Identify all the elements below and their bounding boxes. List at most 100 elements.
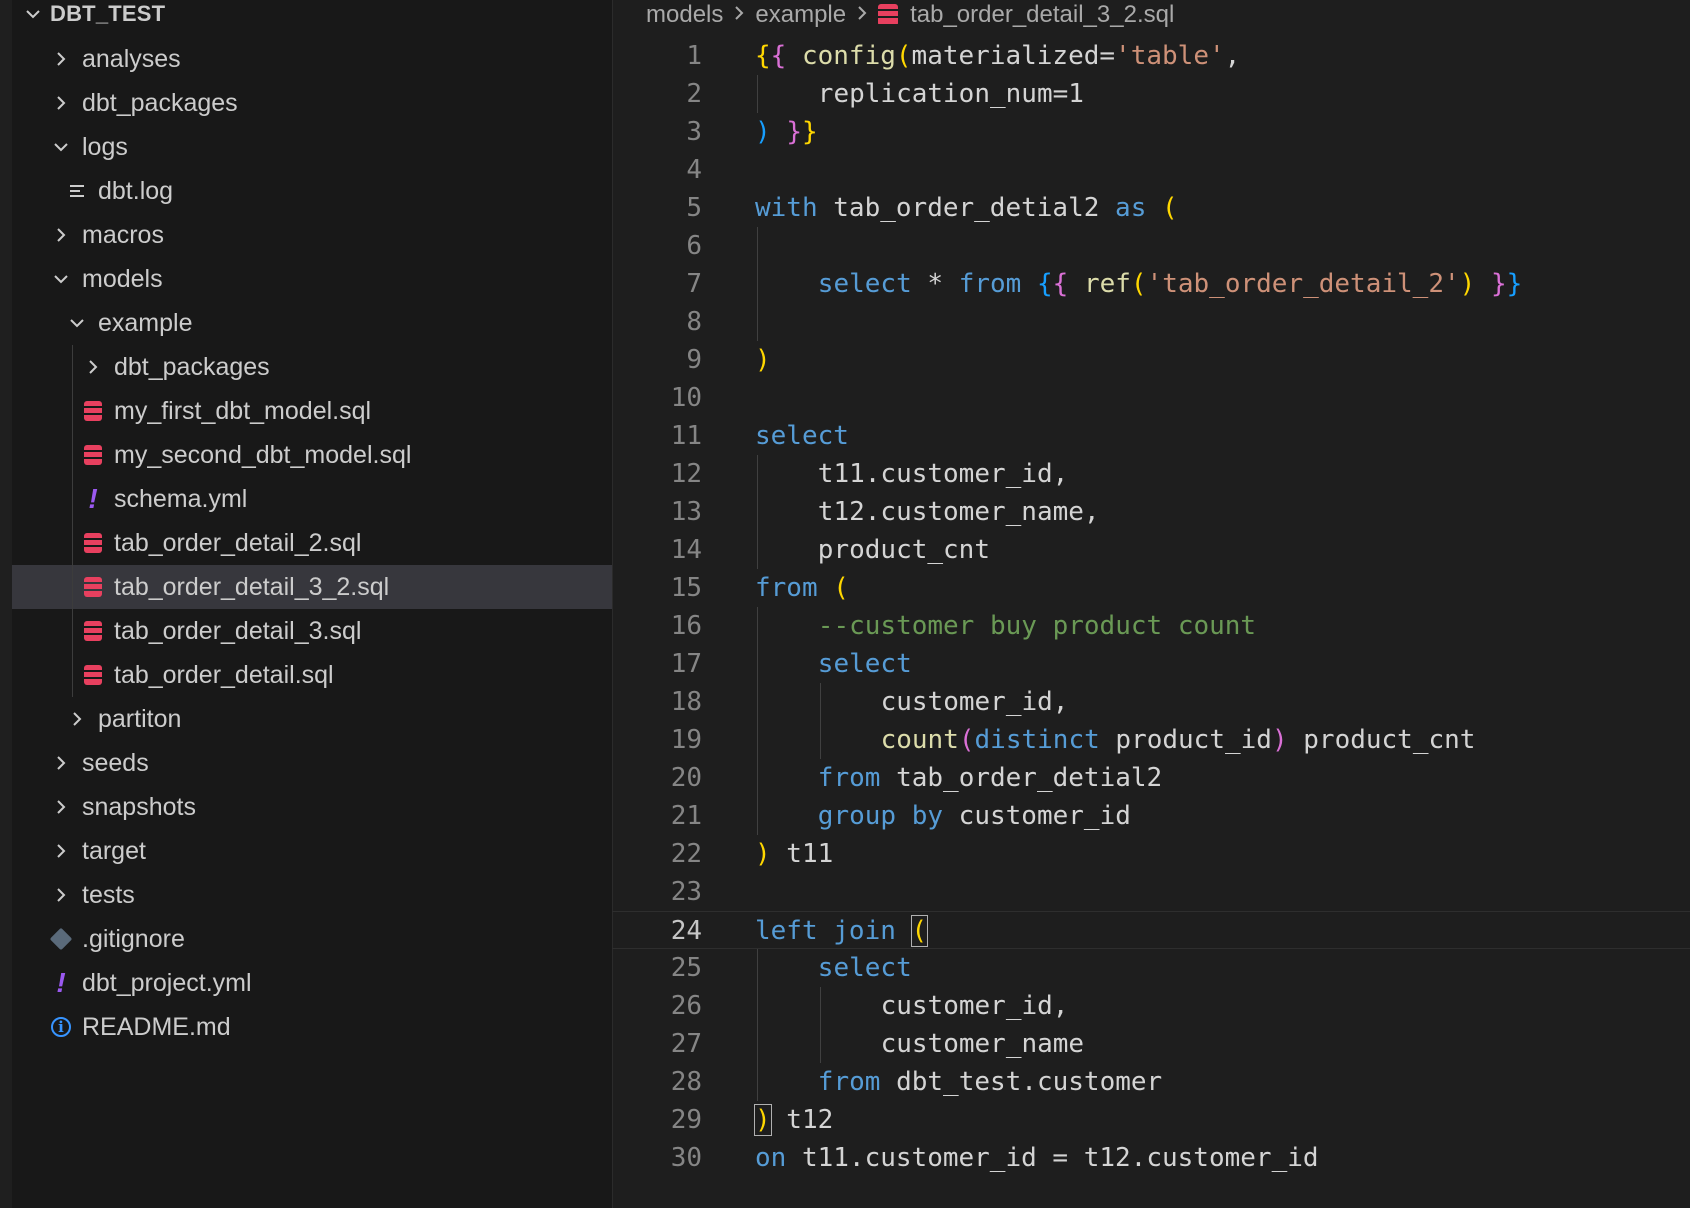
chevron-down-icon [48,132,74,162]
code-line[interactable]: 3) }} [612,113,1690,151]
code-line[interactable]: 19 count(distinct product_id) product_cnt [612,721,1690,759]
code-line[interactable]: 14 product_cnt [612,531,1690,569]
code-line[interactable]: 15 from ( [612,569,1690,607]
tree-folder-tests[interactable]: tests [12,873,612,917]
tree-folder-seeds[interactable]: seeds [12,741,612,785]
code-line[interactable]: 24 left join ( [612,911,1690,949]
chevron-down-icon [64,308,90,338]
tree-file-gitignore[interactable]: .gitignore [12,917,612,961]
code-line[interactable]: 23 [612,873,1690,911]
code-text: ) }} [755,113,818,151]
code-line[interactable]: 11 select [612,417,1690,455]
line-number: 28 [670,1067,702,1097]
tree-item-label: .gitignore [82,924,185,953]
code-line[interactable]: 29) t12 [612,1101,1690,1139]
code-line[interactable]: 4 [612,151,1690,189]
tree-item-label: macros [82,220,164,249]
code-token: customer_name [880,1029,1085,1059]
code-line[interactable]: 22) t11 [612,835,1690,873]
code-line[interactable]: 18 customer_id, [612,683,1690,721]
code-token: with [755,193,818,223]
tree-folder-dbt-packages[interactable]: dbt_packages [12,81,612,125]
tree-item-label: partiton [98,704,182,733]
code-token: select [817,953,912,983]
code-line[interactable]: 5 with tab_order_detial2 as ( [612,189,1690,227]
line-number: 15 [670,573,702,603]
tree-file-my-second-dbt-model-sql[interactable]: my_second_dbt_model.sql [12,433,612,477]
chevron-right-icon [48,748,74,778]
code-token: from [755,573,818,603]
line-number: 20 [670,763,702,793]
code-line[interactable]: 27 customer_name [612,1025,1690,1063]
tree-folder-analyses[interactable]: analyses [12,37,612,81]
tree-folder-snapshots[interactable]: snapshots [12,785,612,829]
breadcrumb-item-file[interactable]: tab_order_detail_3_2.sql [910,1,1174,29]
code-text: group by customer_id [818,797,1131,835]
tree-folder-dbt-packages[interactable]: dbt_packages [12,345,612,389]
code-line[interactable]: 6 [612,227,1690,265]
code-line[interactable]: 7 select * from {{ ref('tab_order_detail_… [612,265,1690,303]
explorer-root-folder[interactable]: DBT_TEST [24,0,165,28]
code-token: from [958,269,1022,299]
tree-file-my-first-dbt-model-sql[interactable]: my_first_dbt_model.sql [12,389,612,433]
code-token: 'table' [1115,41,1225,71]
code-text: from dbt_test.customer [818,1063,1162,1101]
code-line[interactable]: 1 {{ config(materialized='table', [612,37,1690,75]
tree-item-label: tab_order_detail_2.sql [114,528,362,557]
database-icon [80,396,106,426]
code-token: as [1115,193,1147,223]
code-line[interactable]: 16 --customer buy product count [612,607,1690,645]
code-line[interactable]: 26 customer_id, [612,987,1690,1025]
code-line[interactable]: 20 from tab_order_detial2 [612,759,1690,797]
code-token: customer_id, [880,687,1069,717]
code-token: --customer buy product count [817,611,1257,641]
tree-folder-target[interactable]: target [12,829,612,873]
code-line[interactable]: 8 [612,303,1690,341]
code-line[interactable]: 12 t11.customer_id, [612,455,1690,493]
code-line[interactable]: 2 replication_num=1 [612,75,1690,113]
code-token: 'tab_order_detail_2' [1146,269,1460,299]
tree-file-tab-order-detail-2-sql[interactable]: tab_order_detail_2.sql [12,521,612,565]
code-line[interactable]: 10 [612,379,1690,417]
tree-file-readme-md[interactable]: i README.md [12,1005,612,1049]
tree-file-tab-order-detail-3-sql[interactable]: tab_order_detail_3.sql [12,609,612,653]
code-token: ) [755,117,771,147]
code-text: on t11.customer_id = t12.customer_id [755,1139,1319,1177]
code-line[interactable]: 17 select [612,645,1690,683]
tree-file-tab-order-detail-sql[interactable]: tab_order_detail.sql [12,653,612,697]
code-line[interactable]: 28 from dbt_test.customer [612,1063,1690,1101]
chevron-right-icon [48,836,74,866]
tree-file-tab-order-detail-3-2-sql[interactable]: tab_order_detail_3_2.sql [12,565,612,609]
tree-file-dbt-project-yml[interactable]: ! dbt_project.yml [12,961,612,1005]
tree-item-label: dbt_project.yml [82,968,252,997]
code-text: product_cnt [818,531,990,569]
line-number: 21 [670,801,702,831]
tree-file-schema-yml[interactable]: ! schema.yml [12,477,612,521]
tree-folder-logs[interactable]: logs [12,125,612,169]
line-number: 30 [670,1143,702,1173]
breadcrumb: models example tab_order_detail_3_2.sql [646,0,1174,30]
code-line[interactable]: 9) [612,341,1690,379]
tree-file-dbt-log[interactable]: dbt.log [12,169,612,213]
tree-item-label: logs [82,132,128,161]
code-line[interactable]: 13 t12.customer_name, [612,493,1690,531]
tree-folder-partiton[interactable]: partiton [12,697,612,741]
tree-item-label: dbt_packages [82,88,238,117]
code-line[interactable]: 25 select [612,949,1690,987]
code-text: count(distinct product_id) product_cnt [881,721,1476,759]
database-icon [80,616,106,646]
tree-item-label: tests [82,880,135,909]
line-number: 19 [670,725,702,755]
code-token: replication_num=1 [817,79,1084,109]
tree-folder-models[interactable]: models [12,257,612,301]
code-line[interactable]: 30 on t11.customer_id = t12.customer_id [612,1139,1690,1177]
code-text: --customer buy product count [818,607,1256,645]
code-token: ( [895,41,912,71]
tree-item-label: target [82,836,146,865]
tree-folder-macros[interactable]: macros [12,213,612,257]
code-line[interactable]: 21 group by customer_id [612,797,1690,835]
tree-folder-example[interactable]: example [12,301,612,345]
breadcrumb-item-models[interactable]: models [646,1,723,29]
breadcrumb-item-example[interactable]: example [755,1,846,29]
